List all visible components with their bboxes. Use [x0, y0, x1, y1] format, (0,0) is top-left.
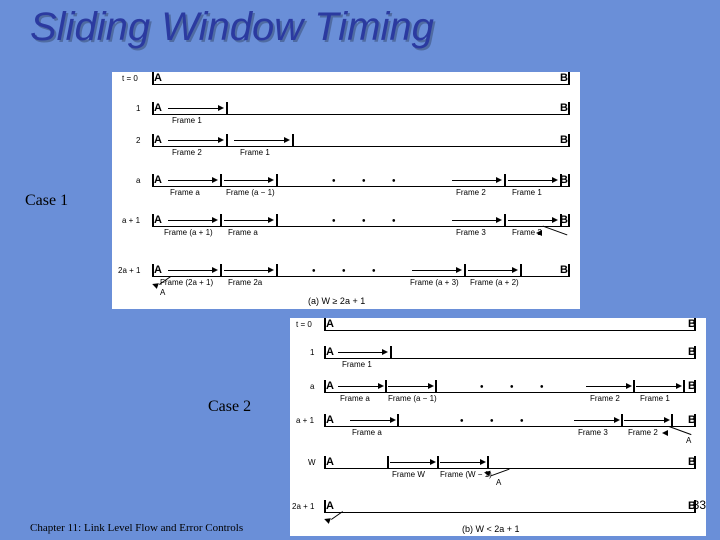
time-label: a [310, 382, 314, 391]
node-b: B [560, 264, 568, 276]
frame-label: Frame (a + 2) [470, 278, 519, 287]
frame-label: Frame 2 [456, 188, 486, 197]
node-a: A [326, 500, 334, 512]
frame-label: Frame 1 [240, 148, 270, 157]
frame-label: Frame 2a [228, 278, 262, 287]
time-label: 2a + 1 [292, 502, 314, 511]
node-a: A [326, 456, 334, 468]
time-label: 2 [136, 136, 140, 145]
frame-label: Frame 2 [172, 148, 202, 157]
frame-label: Frame 1 [172, 116, 202, 125]
time-label: 1 [136, 104, 140, 113]
node-b: B [560, 102, 568, 114]
footer-text: Chapter 11: Link Level Flow and Error Co… [30, 522, 243, 534]
ack-label: A [686, 436, 691, 445]
node-a: A [154, 102, 162, 114]
diagram-caption: (a) W ≥ 2a + 1 [308, 296, 365, 306]
frame-label: Frame (a + 3) [410, 278, 459, 287]
diagram-case-2: t = 0 A B 1 A B Frame 1 a A B Frame a Fr… [290, 318, 706, 536]
frame-label: Frame (2a + 1) [160, 278, 213, 287]
node-a: A [326, 414, 334, 426]
slide-title: Sliding Window Timing [30, 5, 434, 50]
diagram-caption: (b) W < 2a + 1 [462, 524, 520, 534]
node-a: A [154, 214, 162, 226]
node-a: A [154, 174, 162, 186]
time-label: a [136, 176, 140, 185]
frame-label: Frame 3 [456, 228, 486, 237]
page-number: 33 [693, 498, 706, 512]
node-a: A [154, 134, 162, 146]
frame-label: Frame 2 [590, 394, 620, 403]
node-b: B [560, 134, 568, 146]
frame-label: Frame 1 [640, 394, 670, 403]
frame-label: Frame W [392, 470, 425, 479]
time-label: t = 0 [296, 320, 312, 329]
node-a: A [326, 380, 334, 392]
frame-label: Frame 1 [512, 188, 542, 197]
time-label: 1 [310, 348, 314, 357]
frame-label: Frame a [228, 228, 258, 237]
frame-label: Frame 1 [342, 360, 372, 369]
time-label: t = 0 [122, 74, 138, 83]
frame-label: Frame (a + 1) [164, 228, 213, 237]
frame-label: Frame 3 [578, 428, 608, 437]
node-a: A [326, 318, 334, 330]
diagram-case-1: t = 0 A B 1 A B Frame 1 2 A B Frame 2 Fr… [112, 72, 580, 309]
frame-label: Frame (a − 1) [226, 188, 275, 197]
case-2-label: Case 2 [208, 398, 251, 416]
frame-label: Frame a [352, 428, 382, 437]
node-a: A [154, 264, 162, 276]
time-label: 2a + 1 [118, 266, 140, 275]
time-label: a + 1 [296, 416, 314, 425]
ack-label: A [496, 478, 501, 487]
node-a: A [154, 72, 162, 84]
ack-label: A [160, 288, 165, 297]
frame-label: Frame 2 [628, 428, 658, 437]
frame-label: Frame a [340, 394, 370, 403]
case-1-label: Case 1 [25, 192, 68, 210]
frame-label: Frame (a − 1) [388, 394, 437, 403]
time-label: W [308, 458, 316, 467]
frame-label: Frame a [170, 188, 200, 197]
node-b: B [560, 72, 568, 84]
node-a: A [326, 346, 334, 358]
time-label: a + 1 [122, 216, 140, 225]
